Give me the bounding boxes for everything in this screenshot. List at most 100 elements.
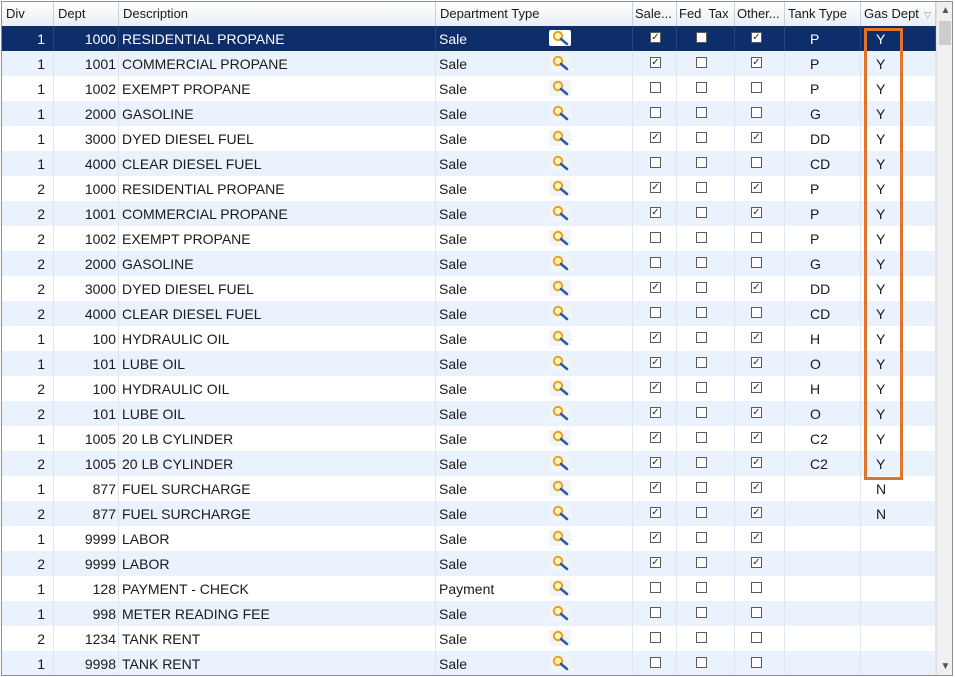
other-checkbox[interactable]: ✓ — [751, 132, 762, 143]
cell-fed-tax[interactable] — [677, 276, 735, 301]
magnifier-lookup-icon[interactable] — [549, 305, 571, 321]
cell-sale[interactable]: ✓ — [633, 201, 677, 226]
cell-tank-type[interactable]: P — [785, 26, 861, 51]
fed-tax-checkbox[interactable] — [696, 157, 707, 168]
cell-gas-dept[interactable] — [861, 576, 936, 601]
table-row[interactable]: 2 101 LUBE OIL Sale ✓ ✓ O Y — [2, 401, 936, 426]
table-row[interactable]: 1 4000 CLEAR DIESEL FUEL Sale CD Y — [2, 151, 936, 176]
cell-div[interactable]: 2 — [2, 176, 54, 201]
cell-tank-type[interactable]: G — [785, 101, 861, 126]
other-checkbox[interactable] — [751, 657, 762, 668]
cell-description[interactable]: CLEAR DIESEL FUEL — [119, 301, 436, 326]
cell-div[interactable]: 2 — [2, 251, 54, 276]
other-checkbox[interactable]: ✓ — [751, 557, 762, 568]
cell-department-type[interactable]: Sale — [436, 101, 633, 126]
table-row[interactable]: 1 9999 LABOR Sale ✓ ✓ — [2, 526, 936, 551]
cell-department-type[interactable]: Sale — [436, 201, 633, 226]
column-header-sale[interactable]: Sale... — [633, 2, 677, 26]
cell-tank-type[interactable]: C2 — [785, 451, 861, 476]
cell-gas-dept[interactable]: Y — [861, 151, 936, 176]
table-row[interactable]: 2 1005 20 LB CYLINDER Sale ✓ ✓ C2 Y — [2, 451, 936, 476]
fed-tax-checkbox[interactable] — [696, 482, 707, 493]
other-checkbox[interactable]: ✓ — [751, 207, 762, 218]
cell-tank-type[interactable]: O — [785, 351, 861, 376]
table-row[interactable]: 1 877 FUEL SURCHARGE Sale ✓ ✓ N — [2, 476, 936, 501]
other-checkbox[interactable] — [751, 107, 762, 118]
cell-sale[interactable]: ✓ — [633, 551, 677, 576]
fed-tax-checkbox[interactable] — [696, 557, 707, 568]
other-checkbox[interactable]: ✓ — [751, 532, 762, 543]
table-row[interactable]: 1 1005 20 LB CYLINDER Sale ✓ ✓ C2 Y — [2, 426, 936, 451]
cell-div[interactable]: 1 — [2, 651, 54, 675]
fed-tax-checkbox[interactable] — [696, 532, 707, 543]
cell-dept[interactable]: 1002 — [54, 226, 119, 251]
cell-tank-type[interactable]: DD — [785, 126, 861, 151]
cell-div[interactable]: 1 — [2, 601, 54, 626]
magnifier-lookup-icon[interactable] — [549, 405, 571, 421]
other-checkbox[interactable]: ✓ — [751, 507, 762, 518]
cell-other[interactable]: ✓ — [735, 501, 785, 526]
cell-description[interactable]: TANK RENT — [119, 626, 436, 651]
cell-fed-tax[interactable] — [677, 601, 735, 626]
cell-div[interactable]: 2 — [2, 401, 54, 426]
cell-description[interactable]: RESIDENTIAL PROPANE — [119, 26, 436, 51]
fed-tax-checkbox[interactable] — [696, 382, 707, 393]
cell-sale[interactable] — [633, 301, 677, 326]
sale-checkbox[interactable] — [650, 257, 661, 268]
cell-dept[interactable]: 1000 — [54, 176, 119, 201]
cell-sale[interactable] — [633, 601, 677, 626]
cell-fed-tax[interactable] — [677, 526, 735, 551]
other-checkbox[interactable]: ✓ — [751, 457, 762, 468]
table-row[interactable]: 2 1234 TANK RENT Sale — [2, 626, 936, 651]
sale-checkbox[interactable]: ✓ — [650, 207, 661, 218]
sale-checkbox[interactable]: ✓ — [650, 32, 661, 43]
fed-tax-checkbox[interactable] — [696, 132, 707, 143]
cell-tank-type[interactable]: P — [785, 51, 861, 76]
cell-department-type[interactable]: Sale — [436, 76, 633, 101]
cell-department-type[interactable]: Sale — [436, 126, 633, 151]
cell-other[interactable] — [735, 601, 785, 626]
cell-sale[interactable]: ✓ — [633, 526, 677, 551]
cell-description[interactable]: DYED DIESEL FUEL — [119, 276, 436, 301]
cell-tank-type[interactable]: P — [785, 226, 861, 251]
cell-div[interactable]: 1 — [2, 426, 54, 451]
cell-div[interactable]: 2 — [2, 276, 54, 301]
cell-other[interactable]: ✓ — [735, 476, 785, 501]
cell-dept[interactable]: 3000 — [54, 276, 119, 301]
fed-tax-checkbox[interactable] — [696, 507, 707, 518]
column-header-dept[interactable]: Dept — [54, 2, 119, 26]
cell-fed-tax[interactable] — [677, 576, 735, 601]
cell-department-type[interactable]: Sale — [436, 451, 633, 476]
cell-description[interactable]: TANK RENT — [119, 651, 436, 675]
cell-department-type[interactable]: Sale — [436, 326, 633, 351]
cell-department-type[interactable]: Sale — [436, 401, 633, 426]
cell-tank-type[interactable] — [785, 551, 861, 576]
fed-tax-checkbox[interactable] — [696, 657, 707, 668]
cell-gas-dept[interactable]: N — [861, 476, 936, 501]
other-checkbox[interactable]: ✓ — [751, 182, 762, 193]
table-row[interactable]: 2 1001 COMMERCIAL PROPANE Sale ✓ ✓ P Y — [2, 201, 936, 226]
cell-gas-dept[interactable]: Y — [861, 176, 936, 201]
table-row[interactable]: 2 3000 DYED DIESEL FUEL Sale ✓ ✓ DD Y — [2, 276, 936, 301]
sale-checkbox[interactable] — [650, 632, 661, 643]
cell-sale[interactable] — [633, 651, 677, 675]
magnifier-lookup-icon[interactable] — [549, 605, 571, 621]
fed-tax-checkbox[interactable] — [696, 257, 707, 268]
other-checkbox[interactable] — [751, 157, 762, 168]
cell-div[interactable]: 1 — [2, 76, 54, 101]
cell-other[interactable]: ✓ — [735, 401, 785, 426]
cell-other[interactable] — [735, 151, 785, 176]
cell-description[interactable]: DYED DIESEL FUEL — [119, 126, 436, 151]
sale-checkbox[interactable] — [650, 657, 661, 668]
scrollbar-thumb[interactable] — [939, 21, 951, 45]
cell-fed-tax[interactable] — [677, 476, 735, 501]
other-checkbox[interactable]: ✓ — [751, 432, 762, 443]
sort-descending-icon[interactable]: ▽ — [924, 3, 931, 26]
cell-fed-tax[interactable] — [677, 626, 735, 651]
other-checkbox[interactable] — [751, 82, 762, 93]
cell-description[interactable]: PAYMENT - CHECK — [119, 576, 436, 601]
column-header-div[interactable]: Div — [2, 2, 54, 26]
cell-gas-dept[interactable]: N — [861, 501, 936, 526]
cell-gas-dept[interactable] — [861, 551, 936, 576]
other-checkbox[interactable]: ✓ — [751, 32, 762, 43]
